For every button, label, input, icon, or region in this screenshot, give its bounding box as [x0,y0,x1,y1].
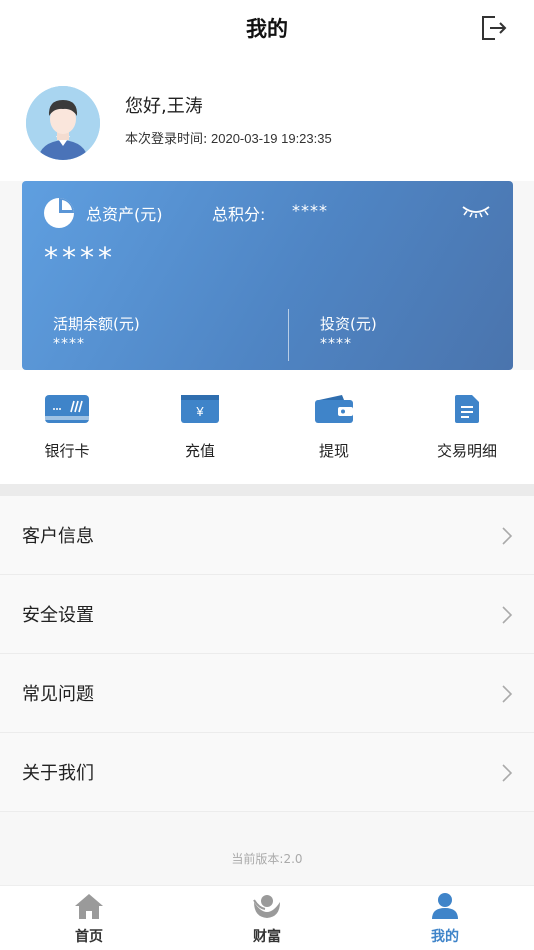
section-divider [0,484,534,496]
wallet-icon [315,395,353,423]
document-icon [455,395,479,423]
svg-text:¥: ¥ [195,404,204,419]
avatar[interactable] [26,86,100,160]
tab-home[interactable]: 首页 [39,892,139,948]
quick-action-label: 交易明细 [436,442,497,460]
quick-action-bank-card[interactable]: 银行卡 [12,392,122,472]
chevron-right-icon [502,685,513,703]
settings-menu: 客户信息 安全设置 常见问题 关于我们 [0,496,534,812]
quick-action-recharge[interactable]: ¥ 充值 [145,392,255,472]
demand-balance-label: 活期余额(元) [53,315,140,333]
menu-item-label: 安全设置 [22,605,94,626]
user-icon [432,893,458,919]
profile-section: 您好,王涛 本次登录时间: 2020-03-19 19:23:35 [0,56,534,181]
bank-card-icon [45,395,89,423]
bottom-tab-bar: 首页 财富 我的 [0,885,534,950]
recharge-icon: ¥ [181,395,219,423]
login-time: 本次登录时间: 2020-03-19 19:23:35 [125,128,332,147]
quick-action-label: 充值 [184,442,215,460]
tab-mine[interactable]: 我的 [395,892,495,948]
card-divider [288,309,289,361]
menu-item-label: 关于我们 [22,763,94,784]
quick-action-label: 银行卡 [44,442,90,460]
investment-label: 投资(元) [320,315,377,333]
menu-item-faq[interactable]: 常见问题 [0,654,534,733]
chevron-right-icon [502,764,513,782]
eye-closed-icon[interactable] [461,203,491,219]
asset-card: 总资产(元) 总积分: **** **** 活期余额(元) **** 投资(元)… [22,181,513,370]
tab-label: 首页 [75,929,103,945]
greeting-text: 您好,王涛 [125,96,203,117]
demand-balance-value: **** [53,336,85,352]
quick-action-transactions[interactable]: 交易明细 [412,392,522,472]
menu-item-about-us[interactable]: 关于我们 [0,733,534,812]
quick-action-withdraw[interactable]: 提现 [279,392,389,472]
home-icon [75,894,103,919]
chevron-right-icon [502,527,513,545]
wealth-icon [253,895,280,918]
menu-item-customer-info[interactable]: 客户信息 [0,496,534,575]
pie-chart-icon [44,198,74,228]
tab-label: 我的 [431,929,459,945]
page-title: 我的 [246,17,288,41]
total-assets-label: 总资产(元) [86,205,163,224]
version-text: 当前版本:2.0 [231,852,303,866]
total-points-label: 总积分: [212,205,266,224]
quick-action-label: 提现 [318,442,349,460]
tab-wealth[interactable]: 财富 [217,892,317,948]
top-bar: 我的 [0,0,534,56]
menu-item-security-settings[interactable]: 安全设置 [0,575,534,654]
avatar-person-icon [26,86,100,160]
investment-value: **** [320,336,352,352]
quick-actions: 银行卡 ¥ 充值 提现 交易明细 [0,370,534,484]
total-assets-value: **** [44,241,116,274]
menu-item-label: 常见问题 [22,684,94,705]
menu-item-label: 客户信息 [22,526,94,547]
tab-label: 财富 [253,929,281,945]
login-time-label: 本次登录时间: [125,132,208,147]
login-time-value: 2020-03-19 19:23:35 [207,131,332,146]
logout-icon[interactable] [478,13,508,43]
total-points-value: **** [292,201,328,220]
chevron-right-icon [502,606,513,624]
